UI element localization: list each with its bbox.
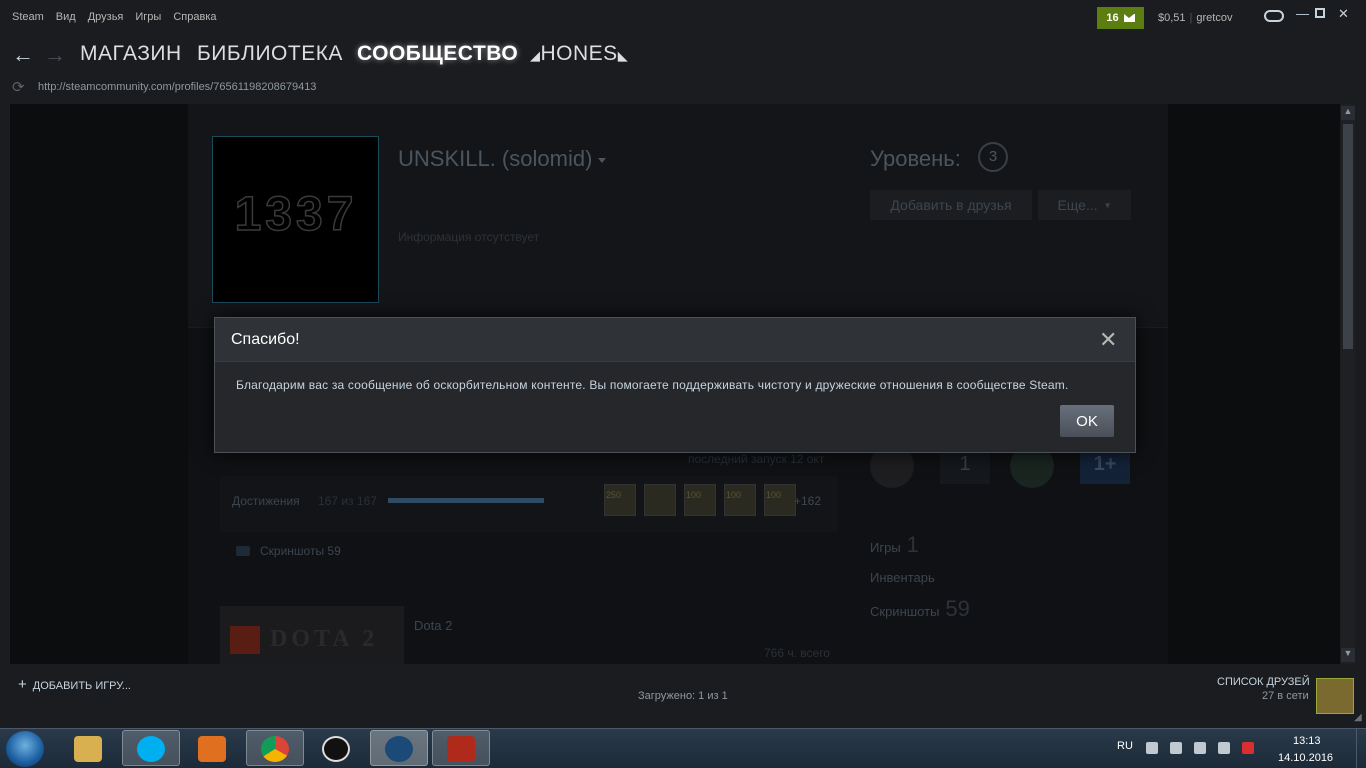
level-badge: 3 [978, 142, 1008, 172]
achievement-icon[interactable]: 100 [684, 484, 716, 516]
achievements-progress-fill [388, 498, 544, 503]
achievements-row[interactable]: Достижения 167 из 167 250 100 100 100 +1… [220, 476, 838, 532]
chrome-icon[interactable] [261, 736, 289, 762]
user-avatar[interactable] [1316, 678, 1354, 714]
url-bar[interactable]: http://steamcommunity.com/profiles/76561… [38, 81, 316, 93]
last-launch: последний запуск 12 окт [688, 452, 825, 466]
scroll-up-icon[interactable]: ▲ [1341, 106, 1355, 120]
avatar-text: 1337 [234, 187, 358, 242]
dialog-message: Благодарим вас за сообщение об оскорбите… [236, 378, 1069, 392]
tray-app-icon[interactable] [1146, 742, 1158, 754]
big-picture-icon[interactable] [1264, 10, 1284, 22]
profile-avatar[interactable]: 1337 [212, 136, 379, 303]
clock-date[interactable]: 14.10.2016 [1278, 752, 1333, 764]
more-button[interactable]: Еще... ▼ [1038, 190, 1131, 220]
tab-profile[interactable]: ◢HONES◣ [530, 42, 628, 66]
thanks-dialog: Спасибо! ✕ Благодарим вас за сообщение о… [214, 317, 1136, 453]
volume-icon[interactable] [1170, 742, 1182, 754]
stat-inventory[interactable]: Инвентарь [870, 570, 935, 585]
profile-summary: Информация отсутствует [398, 230, 540, 244]
close-window-icon[interactable]: ✕ [1338, 6, 1349, 22]
add-game-button[interactable]: + ДОБАВИТЬ ИГРУ... [18, 676, 131, 693]
tab-community[interactable]: СООБЩЕСТВО [357, 42, 518, 66]
signal-icon[interactable] [1218, 742, 1230, 754]
add-friend-button[interactable]: Добавить в друзья [870, 190, 1032, 220]
friends-online-count: 27 в сети [1262, 690, 1309, 702]
dota2-capsule[interactable]: DOTA 2 [220, 606, 404, 664]
account-username[interactable]: gretcov [1196, 12, 1232, 24]
resize-grip-icon[interactable]: ◢ [1354, 712, 1362, 723]
envelope-icon [1123, 14, 1135, 22]
achievement-icon[interactable]: 100 [764, 484, 796, 516]
achievement-icon[interactable]: 250 [604, 484, 636, 516]
file-explorer-icon[interactable] [74, 736, 102, 762]
language-indicator[interactable]: RU [1117, 740, 1133, 752]
achievements-more[interactable]: +162 [794, 494, 821, 508]
achievements-count: 167 из 167 [318, 494, 377, 508]
reload-icon[interactable]: ⟳ [12, 78, 25, 96]
clock-time[interactable]: 13:13 [1293, 735, 1321, 747]
maximize-icon[interactable] [1315, 8, 1325, 18]
tab-store[interactable]: МАГАЗИН [80, 42, 182, 66]
menu-item-view[interactable]: Вид [50, 11, 82, 23]
dialog-header: Спасибо! ✕ [215, 318, 1135, 362]
level-label: Уровень: [870, 146, 961, 171]
game-hours: 766 ч. всего [764, 646, 830, 660]
menu-item-friends[interactable]: Друзья [82, 11, 130, 23]
friends-list-button[interactable]: СПИСОК ДРУЗЕЙ [1217, 676, 1310, 688]
menu-item-steam[interactable]: Steam [6, 11, 50, 23]
steam-alt-icon[interactable] [322, 736, 350, 762]
menu-bar: Steam Вид Друзья Игры Справка [6, 11, 223, 23]
scroll-thumb[interactable] [1343, 124, 1353, 349]
achievements-label: Достижения [232, 494, 300, 508]
forward-arrow-icon[interactable]: → [44, 42, 66, 68]
camera-icon [236, 546, 250, 556]
dialog-title: Спасибо! [231, 331, 300, 348]
notification-count: 16 [1106, 12, 1119, 24]
achievement-icon[interactable] [644, 484, 676, 516]
start-button[interactable] [6, 731, 44, 767]
menu-item-games[interactable]: Игры [129, 11, 167, 23]
achievement-icon[interactable]: 100 [724, 484, 756, 516]
profile-header: 1337 UNSKILL. (solomid) Информация отсут… [188, 104, 1168, 328]
screenshots-row[interactable]: Скриншоты 59 [220, 534, 838, 570]
scroll-down-icon[interactable]: ▼ [1341, 648, 1355, 662]
dota2-logo-icon [230, 626, 260, 654]
achievements-progress [388, 498, 544, 503]
back-arrow-icon[interactable]: ← [12, 42, 34, 68]
power-icon[interactable] [1194, 742, 1206, 754]
download-status[interactable]: Загружено: 1 из 1 [638, 690, 728, 702]
show-desktop-button[interactable] [1356, 729, 1366, 768]
media-player-icon[interactable] [198, 736, 226, 762]
account-info: $0,51 | gretcov [1158, 12, 1233, 24]
dota2-logo-text: DOTA 2 [270, 626, 379, 652]
menu-item-help[interactable]: Справка [167, 11, 222, 23]
page-scrollbar[interactable]: ▲ ▼ [1341, 104, 1355, 664]
steam-icon[interactable] [385, 736, 413, 762]
skype-icon[interactable] [137, 736, 165, 762]
stat-games[interactable]: Игры 1 [870, 532, 919, 558]
dota2-icon[interactable] [447, 736, 475, 762]
network-icon[interactable] [1242, 742, 1254, 754]
game-title[interactable]: Dota 2 [414, 618, 452, 633]
notifications-button[interactable]: 16 [1097, 7, 1144, 29]
caret-down-icon [598, 157, 607, 163]
screenshots-label: Скриншоты 59 [260, 544, 341, 558]
stat-screenshots[interactable]: Скриншоты 59 [870, 596, 970, 622]
tab-library[interactable]: БИБЛИОТЕКА [197, 42, 343, 66]
close-icon[interactable]: ✕ [1099, 327, 1117, 353]
wallet-balance[interactable]: $0,51 [1158, 12, 1186, 24]
ok-button[interactable]: OK [1060, 405, 1114, 437]
minimize-icon[interactable]: — [1296, 6, 1309, 21]
plus-icon: + [18, 676, 27, 693]
persona-name[interactable]: UNSKILL. (solomid) [398, 146, 607, 172]
